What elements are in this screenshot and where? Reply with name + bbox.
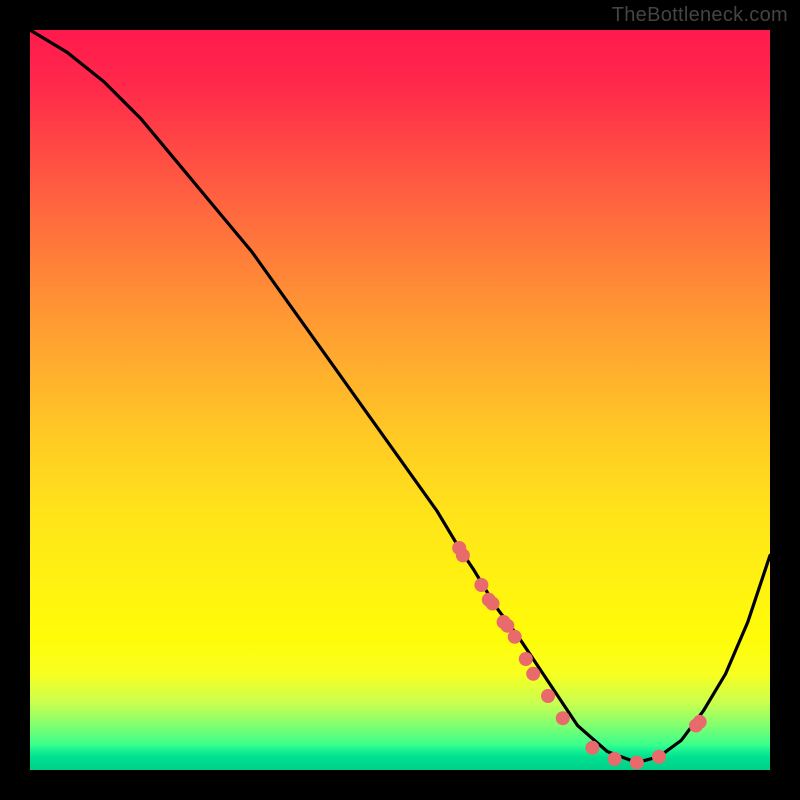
watermark-text: TheBottleneck.com: [612, 4, 788, 27]
plot-area: [30, 30, 770, 770]
data-point: [508, 630, 522, 644]
data-point: [585, 741, 599, 755]
data-point: [608, 752, 622, 766]
data-point: [526, 667, 540, 681]
data-point: [541, 689, 555, 703]
data-points-group: [452, 541, 707, 770]
data-point: [630, 756, 644, 770]
data-point: [456, 548, 470, 562]
chart-container: TheBottleneck.com: [0, 0, 800, 800]
data-point: [556, 711, 570, 725]
data-point: [486, 597, 500, 611]
data-point: [652, 750, 666, 764]
bottleneck-curve: [30, 30, 770, 763]
chart-svg: [30, 30, 770, 770]
data-point: [519, 652, 533, 666]
data-point: [693, 715, 707, 729]
data-point: [474, 578, 488, 592]
